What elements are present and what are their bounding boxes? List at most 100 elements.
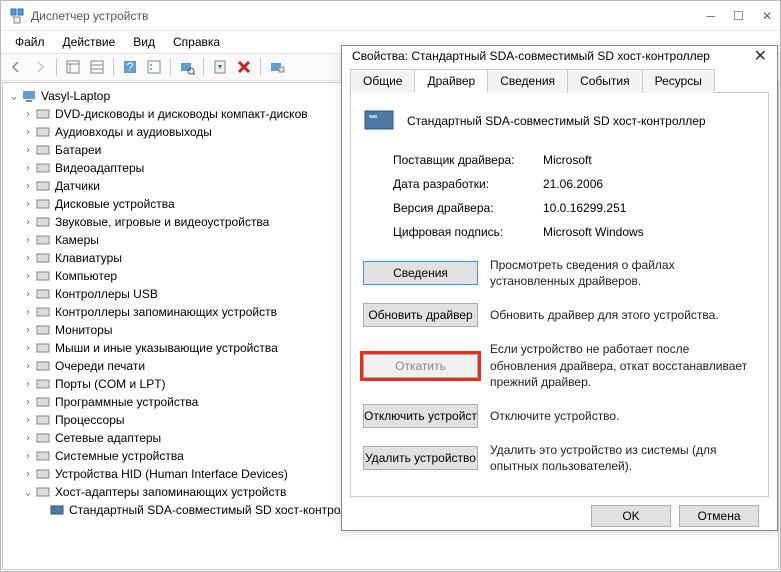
category-icon xyxy=(35,377,51,391)
digsig-value: Microsoft Windows xyxy=(543,225,756,239)
expander-icon[interactable]: › xyxy=(21,325,35,336)
category-icon xyxy=(35,413,51,427)
config-icon[interactable] xyxy=(266,56,288,78)
tree-item-label[interactable]: Батареи xyxy=(55,143,101,157)
expander-icon[interactable]: › xyxy=(21,217,35,228)
tree-item-label[interactable]: Процессоры xyxy=(55,413,125,427)
category-icon xyxy=(35,179,51,193)
tree-item-label[interactable]: Дисковые устройства xyxy=(55,197,175,211)
tree-child-label[interactable]: Стандартный SDA-совместимый SD хост-конт… xyxy=(69,503,368,517)
tree-item-label[interactable]: Контроллеры запоминающих устройств xyxy=(55,305,277,319)
update-driver-button[interactable]: Обновить драйвер xyxy=(363,303,478,327)
help-icon[interactable]: ? xyxy=(119,56,141,78)
category-icon xyxy=(35,341,51,355)
menu-help[interactable]: Справка xyxy=(165,33,228,51)
expander-icon[interactable]: › xyxy=(21,289,35,300)
tree-item-label[interactable]: Мыши и иные указывающие устройства xyxy=(55,341,278,355)
expander-icon[interactable]: › xyxy=(21,145,35,156)
expander-icon[interactable]: › xyxy=(21,361,35,372)
expander-icon[interactable]: › xyxy=(21,127,35,138)
tree-item-label[interactable]: Компьютер xyxy=(55,269,117,283)
expander-icon[interactable]: › xyxy=(21,451,35,462)
expander-icon[interactable]: › xyxy=(21,199,35,210)
tree-item-label[interactable]: Датчики xyxy=(55,179,100,193)
forward-button[interactable] xyxy=(29,56,51,78)
expander-icon[interactable]: › xyxy=(21,271,35,282)
tree-root-label[interactable]: Vasyl-Laptop xyxy=(41,89,110,103)
view-detail-icon[interactable] xyxy=(86,56,108,78)
expander-icon[interactable]: › xyxy=(21,181,35,192)
uninstall-icon[interactable] xyxy=(233,56,255,78)
category-icon xyxy=(35,161,51,175)
tab-events[interactable]: События xyxy=(567,69,643,93)
expander-icon[interactable]: ⌄ xyxy=(21,487,35,498)
device-icon xyxy=(363,105,395,137)
tree-item-label[interactable]: Программные устройства xyxy=(55,395,198,409)
menu-action[interactable]: Действие xyxy=(55,33,124,51)
close-button[interactable]: ✕ xyxy=(762,9,772,23)
tree-item-label[interactable]: Клавиатуры xyxy=(55,251,122,265)
provider-value: Microsoft xyxy=(543,153,756,167)
update-driver-desc: Обновить драйвер для этого устройства. xyxy=(490,307,756,323)
tab-details[interactable]: Сведения xyxy=(487,69,568,93)
category-icon xyxy=(35,143,51,157)
remove-device-button[interactable]: Удалить устройство xyxy=(363,446,478,470)
rollback-driver-desc: Если устройство не работает после обновл… xyxy=(490,341,756,390)
tree-item-label[interactable]: Хост-адаптеры запоминающих устройств xyxy=(55,485,286,499)
tree-item-label[interactable]: Очереди печати xyxy=(55,359,145,373)
tree-item-label[interactable]: Устройства HID (Human Interface Devices) xyxy=(55,467,288,481)
tree-item-label[interactable]: Сетевые адаптеры xyxy=(55,431,161,445)
category-icon xyxy=(35,251,51,265)
category-icon xyxy=(35,215,51,229)
properties-icon[interactable] xyxy=(143,56,165,78)
expander-icon[interactable]: › xyxy=(21,397,35,408)
tree-item-label[interactable]: Контроллеры USB xyxy=(55,287,158,301)
tree-item-label[interactable]: Аудиовходы и аудиовыходы xyxy=(55,125,212,139)
category-icon xyxy=(35,125,51,139)
tree-item-label[interactable]: Мониторы xyxy=(55,323,112,337)
ok-button[interactable]: OK xyxy=(591,505,671,527)
menu-file[interactable]: Файл xyxy=(7,33,53,51)
date-value: 21.06.2006 xyxy=(543,177,756,191)
driver-details-button[interactable]: Сведения xyxy=(363,261,478,285)
tree-item-label[interactable]: DVD-дисководы и дисководы компакт-дисков xyxy=(55,107,308,121)
back-button[interactable] xyxy=(5,56,27,78)
expander-icon[interactable]: › xyxy=(21,433,35,444)
category-icon xyxy=(35,287,51,301)
disable-device-button[interactable]: Отключить устройство xyxy=(363,404,478,428)
category-icon xyxy=(35,197,51,211)
rollback-driver-button[interactable]: Откатить xyxy=(363,354,478,378)
expander-icon[interactable]: › xyxy=(21,415,35,426)
tree-item-label[interactable]: Порты (COM и LPT) xyxy=(55,377,166,391)
tab-general[interactable]: Общие xyxy=(350,69,415,93)
install-icon[interactable] xyxy=(209,56,231,78)
minimize-button[interactable]: ─ xyxy=(707,9,716,23)
maximize-button[interactable]: ☐ xyxy=(733,9,744,23)
category-icon xyxy=(35,359,51,373)
menu-view[interactable]: Вид xyxy=(125,33,163,51)
expander-icon[interactable]: › xyxy=(21,163,35,174)
tree-item-label[interactable]: Видеоадаптеры xyxy=(55,161,144,175)
dialog-close-button[interactable]: ✕ xyxy=(754,46,767,66)
expander-icon[interactable]: › xyxy=(21,379,35,390)
scan-icon[interactable] xyxy=(176,56,198,78)
category-icon xyxy=(35,449,51,463)
remove-device-desc: Удалить это устройство из системы (для о… xyxy=(490,442,756,474)
tree-item-label[interactable]: Звуковые, игровые и видеоустройства xyxy=(55,215,269,229)
tab-driver[interactable]: Драйвер xyxy=(414,69,488,93)
expander-icon[interactable]: › xyxy=(21,469,35,480)
expander-icon[interactable]: › xyxy=(21,253,35,264)
tree-item-label[interactable]: Камеры xyxy=(55,233,99,247)
expander-icon[interactable]: › xyxy=(21,109,35,120)
expander-icon[interactable]: ⌄ xyxy=(7,91,21,102)
cancel-button[interactable]: Отмена xyxy=(679,505,759,527)
date-label: Дата разработки: xyxy=(393,177,543,191)
expander-icon[interactable]: › xyxy=(21,343,35,354)
tree-item-label[interactable]: Системные устройства xyxy=(55,449,184,463)
expander-icon[interactable]: › xyxy=(21,235,35,246)
category-icon xyxy=(35,107,51,121)
expander-icon[interactable]: › xyxy=(21,307,35,318)
view-tree-icon[interactable] xyxy=(62,56,84,78)
digsig-label: Цифровая подпись: xyxy=(393,225,543,239)
tab-resources[interactable]: Ресурсы xyxy=(642,69,715,93)
